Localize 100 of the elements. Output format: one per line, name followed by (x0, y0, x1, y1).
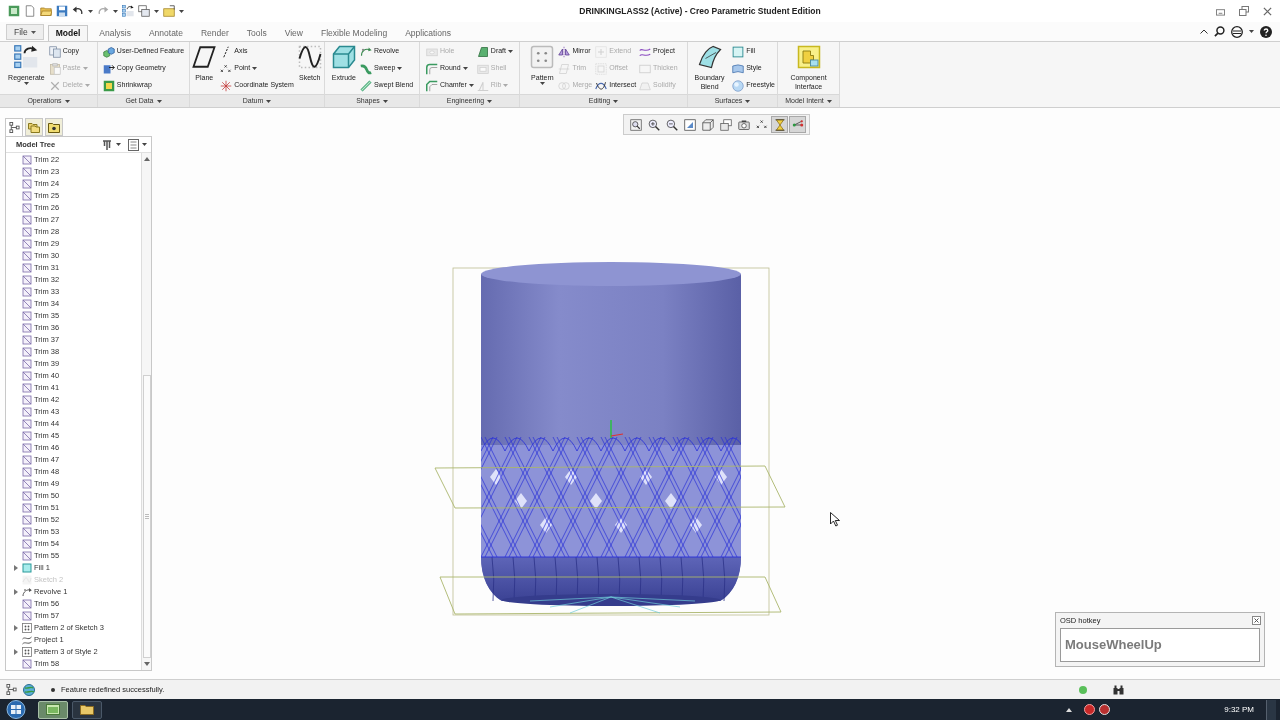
expand-arrow-icon[interactable] (14, 589, 18, 595)
close-icon[interactable] (1263, 6, 1272, 16)
cube-icon (331, 45, 356, 69)
crossing-curves-icon (595, 79, 608, 92)
projected-curve-icon (22, 635, 32, 645)
caret-icon[interactable] (88, 9, 93, 13)
camera-icon (737, 118, 750, 131)
view-toolbar-button[interactable] (771, 116, 788, 133)
caret-icon[interactable] (142, 143, 147, 146)
list-icon[interactable] (128, 138, 139, 151)
folder-icon (80, 704, 94, 715)
bullet-icon (51, 687, 55, 692)
cut-square-icon (22, 407, 32, 417)
mirrored-shapes-icon (558, 45, 571, 58)
arc-arrow-icon (359, 45, 372, 58)
circle-icon[interactable] (1099, 704, 1111, 715)
view-toolbar-button[interactable] (717, 116, 734, 133)
view-toolbar-button[interactable] (681, 116, 698, 133)
caret-icon (382, 99, 388, 103)
cut-square-icon (22, 191, 32, 201)
cut-square-icon (22, 179, 32, 189)
navigator-tab[interactable] (25, 118, 43, 136)
cut-square-icon (22, 431, 32, 441)
app-logo-icon[interactable] (8, 5, 20, 17)
scrollbar[interactable] (141, 153, 151, 670)
ribbon-tab[interactable]: Render (193, 25, 236, 41)
zoom-box-icon (629, 118, 642, 131)
cut-square-icon (22, 383, 32, 393)
taskbar-app-button[interactable] (72, 700, 102, 719)
hotkey-readout: MouseWheelUp (1060, 628, 1260, 662)
puzzle-icon (796, 45, 821, 69)
globe-icon[interactable] (1231, 25, 1243, 38)
open-folder-icon[interactable] (40, 5, 52, 17)
expand-arrow-icon[interactable] (14, 565, 18, 571)
ribbon-tab[interactable]: Model (47, 25, 89, 41)
columns-icon[interactable] (101, 138, 113, 151)
navigator-tab[interactable] (5, 118, 23, 136)
ribbon-tab[interactable]: Flexible Modeling (313, 25, 395, 41)
restore-icon[interactable] (1239, 6, 1249, 16)
caret-icon[interactable] (1249, 30, 1254, 33)
caret-icon[interactable] (116, 143, 121, 146)
undo-icon[interactable] (72, 5, 84, 17)
save-icon[interactable] (56, 5, 68, 17)
scrollbar-thumb[interactable] (142, 375, 151, 658)
cross-marks-icon (220, 62, 233, 75)
binoculars-icon[interactable] (1113, 684, 1124, 695)
rounded-corner-icon (426, 62, 438, 75)
cut-square-icon (22, 251, 32, 261)
caret-icon (487, 99, 493, 103)
down-arrow-icon (143, 662, 150, 666)
taskbar-app-button[interactable] (38, 700, 68, 719)
ribbon-tab[interactable]: Applications (398, 25, 458, 41)
minimize-icon[interactable] (1216, 6, 1225, 16)
cut-shape-icon (558, 62, 571, 75)
ribbon-tab[interactable]: File (6, 24, 44, 40)
box-arrow-icon (102, 62, 115, 75)
surface-icon (732, 62, 745, 75)
cut-square-icon (22, 659, 32, 669)
taskbar-clock[interactable]: 9:32 PM (1224, 703, 1254, 716)
expand-arrow-icon[interactable] (14, 625, 18, 631)
cut-square-icon (22, 155, 32, 165)
caret-icon[interactable] (154, 9, 159, 13)
cut-square-icon (22, 527, 32, 537)
view-toolbar-button[interactable] (699, 116, 716, 133)
ribbon-tab[interactable]: Tools (239, 25, 274, 41)
beveled-corner-icon (426, 79, 438, 92)
circle-icon[interactable] (1084, 704, 1096, 715)
search-icon[interactable] (1214, 26, 1225, 37)
up-arrow-icon[interactable] (1066, 707, 1073, 712)
show-desktop-button[interactable] (1266, 699, 1276, 720)
view-toolbar-button[interactable] (627, 116, 644, 133)
expand-arrow-icon[interactable] (14, 649, 18, 655)
start-orb-icon[interactable] (4, 700, 28, 719)
cut-square-icon (22, 455, 32, 465)
ribbon-tab[interactable]: Annotate (141, 25, 190, 41)
folder-icon (48, 121, 60, 133)
bent-tube-icon (359, 62, 372, 75)
navigator-tab[interactable] (45, 118, 63, 136)
arc-arrow-icon (22, 587, 32, 597)
cut-square-icon (22, 335, 32, 345)
folder-icon[interactable] (163, 5, 175, 17)
caret-icon[interactable] (179, 9, 184, 13)
view-toolbar-button[interactable] (789, 116, 806, 133)
chevron-up-icon[interactable] (1200, 29, 1208, 34)
tree-icon[interactable] (6, 684, 17, 695)
cut-square-icon (22, 347, 32, 357)
new-file-icon[interactable] (24, 5, 36, 17)
ribbon-tab[interactable]: Analysis (92, 25, 138, 41)
caret-icon (826, 99, 832, 103)
grip-icon (144, 514, 149, 519)
cut-square-icon (22, 263, 32, 273)
ribbon-tab[interactable]: View (277, 25, 310, 41)
outlined-rect-icon (639, 62, 652, 75)
caret-icon[interactable] (113, 9, 118, 13)
caret-icon (156, 99, 162, 103)
windows-icon[interactable] (138, 5, 150, 17)
cut-square-icon (22, 371, 32, 381)
squares-arrow-icon[interactable] (122, 5, 134, 17)
help-icon[interactable] (1260, 25, 1272, 38)
close-icon[interactable] (1252, 616, 1261, 625)
